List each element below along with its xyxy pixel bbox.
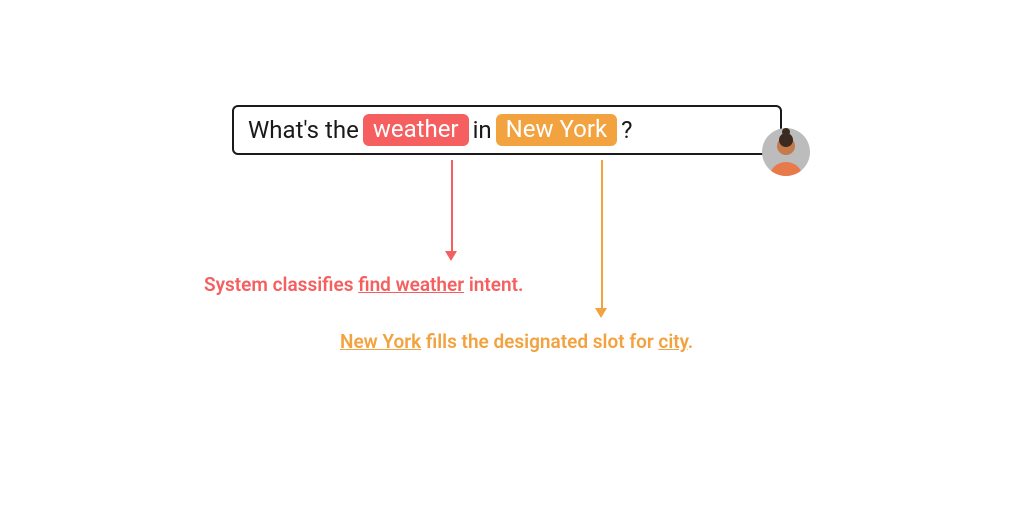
slot-pill: New York (496, 114, 617, 146)
slot-label-post: . (688, 330, 693, 353)
intent-arrow (451, 160, 453, 253)
user-avatar-icon (762, 128, 810, 176)
slot-arrow-head-icon (595, 308, 607, 318)
query-suffix: ? (621, 116, 632, 144)
intent-arrow-head-icon (445, 251, 457, 261)
intent-label: System classifies find weather intent. (204, 273, 523, 296)
intent-label-post: intent. (464, 273, 523, 296)
slot-label-slotname: city (658, 330, 687, 353)
query-middle: in (473, 116, 492, 144)
query-bubble: What's the weather in New York ? (232, 105, 782, 155)
slot-label-value: New York (340, 330, 421, 353)
slot-label: New York fills the designated slot for c… (340, 330, 693, 353)
intent-label-pre: System classifies (204, 273, 358, 296)
intent-label-key: find weather (358, 273, 464, 296)
query-prefix: What's the (248, 116, 359, 144)
intent-pill: weather (363, 114, 469, 146)
slot-label-mid: fills the designated slot for (421, 330, 658, 353)
slot-arrow (601, 160, 603, 310)
